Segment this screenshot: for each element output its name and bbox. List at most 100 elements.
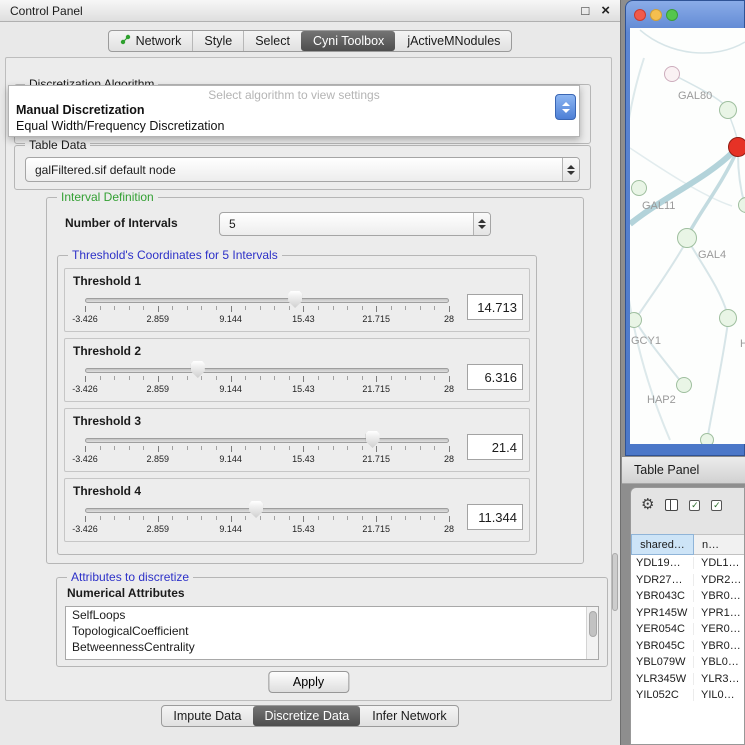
tab-jactivemnodules[interactable]: jActiveMNodules [395,31,511,51]
table-cell[interactable]: YBR0… [694,590,744,602]
list-item[interactable]: SelfLoops [66,607,598,623]
network-canvas[interactable]: GAL80GAL11GAL4GCY1HAP2H [630,28,745,444]
table-cell[interactable]: YER054C [631,623,694,635]
attributes-list[interactable]: SelfLoopsTopologicalCoefficientBetweenne… [65,606,599,660]
table-cell[interactable]: YER0… [694,623,744,635]
table-cell[interactable]: YDL1… [694,557,744,569]
network-node[interactable] [719,101,737,119]
table-row[interactable]: YPR145WYPR1… [631,605,744,622]
threshold-slider[interactable]: -3.4262.8599.14415.4321.71528 [85,501,453,539]
threshold-value[interactable]: 11.344 [467,504,523,530]
close-icon[interactable]: × [601,3,610,18]
list-item[interactable]: TopologicalCoefficient [66,623,598,639]
table-row[interactable]: YBR043CYBR0… [631,588,744,605]
table-cell[interactable]: YPR145W [631,607,694,619]
tab-infer-network[interactable]: Infer Network [360,706,457,726]
network-node[interactable] [719,309,737,327]
table-cell[interactable]: YBR045C [631,640,694,652]
table-cell[interactable]: YBL079W [631,656,694,668]
table-cell[interactable]: YLR3… [694,673,744,685]
tick-mark [114,306,115,310]
table-cell[interactable]: YBR0… [694,640,744,652]
threshold-slider[interactable]: -3.4262.8599.14415.4321.71528 [85,361,453,399]
network-node[interactable] [728,137,745,157]
table-cell[interactable]: YBL0… [694,656,744,668]
slider-thumb[interactable] [249,501,263,518]
bottom-tab-bar: Impute DataDiscretize DataInfer Network [161,705,458,727]
table-row[interactable]: YDL19…YDL1… [631,555,744,572]
slider-track[interactable] [85,368,449,373]
tab-network[interactable]: Network [109,31,193,51]
threshold-slider[interactable]: -3.4262.8599.14415.4321.71528 [85,291,453,329]
network-node[interactable] [700,433,714,444]
slider-thumb[interactable] [288,291,302,308]
table-cell[interactable]: YDR27… [631,574,694,586]
slider-track[interactable] [85,508,449,513]
node-label: H [740,338,745,350]
slider-track[interactable] [85,438,449,443]
combo-stepper-button[interactable] [555,94,576,120]
network-node[interactable] [631,180,647,196]
select-check-icon[interactable]: ✓ [689,500,700,511]
table-row[interactable]: YDR27…YDR2… [631,572,744,589]
list-scrollbar[interactable] [586,607,598,659]
tab-select[interactable]: Select [243,31,301,51]
mac-minimize-button[interactable] [650,9,662,21]
network-node[interactable] [676,377,692,393]
table-row[interactable]: YIL052CYIL0… [631,687,744,704]
tick-mark [85,446,86,452]
scale-label: 21.715 [362,384,390,394]
tab-discretize-data[interactable]: Discretize Data [253,706,361,726]
network-node[interactable] [677,228,697,248]
table-cell[interactable]: YIL0… [694,689,744,701]
tick-mark [201,446,202,450]
num-intervals-combobox[interactable]: 5 [219,212,491,236]
table-row[interactable]: YLR345WYLR3… [631,671,744,688]
tick-mark [172,306,173,310]
table-row[interactable]: YER054CYER0… [631,621,744,638]
scale-label: 28 [444,384,454,394]
mac-close-button[interactable] [634,9,646,21]
scale-label: -3.426 [72,384,98,394]
table-data-combobox[interactable]: galFiltered.sif default node [25,157,580,182]
table-row[interactable]: YBL079WYBL0… [631,654,744,671]
tab-style[interactable]: Style [192,31,243,51]
table-cell[interactable]: YPR1… [694,607,744,619]
column-header-shared-name[interactable]: shared… [631,534,694,555]
slider-track[interactable] [85,298,449,303]
slider-thumb[interactable] [366,431,380,448]
gear-icon[interactable]: ⚙ [641,497,654,512]
menu-item-manual-discretization[interactable]: Manual Discretization [16,103,145,117]
slider-thumb[interactable] [191,361,205,378]
apply-button[interactable]: Apply [268,671,349,693]
threshold-value[interactable]: 14.713 [467,294,523,320]
tab-impute-data[interactable]: Impute Data [162,706,252,726]
threshold-slider[interactable]: -3.4262.8599.14415.4321.71528 [85,431,453,469]
threshold-value[interactable]: 21.4 [467,434,523,460]
list-scrollbar-thumb[interactable] [589,611,597,637]
panel-scrollbar-thumb[interactable] [612,553,618,611]
table-cell[interactable]: YIL052C [631,689,694,701]
tab-cyni-toolbox[interactable]: Cyni Toolbox [301,31,395,51]
scale-label: 2.859 [147,454,170,464]
table-cell[interactable]: YDR2… [694,574,744,586]
numerical-attributes-label: Numerical Attributes [67,586,185,600]
table-cell[interactable]: YBR043C [631,590,694,602]
stepper-icon[interactable] [562,158,579,181]
table-cell[interactable]: YLR345W [631,673,694,685]
threshold-value[interactable]: 6.316 [467,364,523,390]
tab-label: Network [136,34,182,48]
columns-icon[interactable] [665,499,678,511]
mac-zoom-button[interactable] [666,9,678,21]
table-cell[interactable]: YDL19… [631,557,694,569]
table-row[interactable]: YBR045CYBR0… [631,638,744,655]
network-node[interactable] [664,66,680,82]
list-item[interactable]: BetweennessCentrality [66,639,598,655]
float-window-icon[interactable]: □ [581,4,589,17]
stepper-icon[interactable] [473,213,490,235]
titlebar: Control Panel □ × [0,0,620,22]
column-header-name[interactable]: n… [694,534,744,555]
top-tab-bar: Network StyleSelectCyni ToolboxjActiveMNo… [108,30,513,52]
deselect-check-icon[interactable]: ✓ [711,500,722,511]
menu-item-equal-width-frequency[interactable]: Equal Width/Frequency Discretization [16,119,224,133]
